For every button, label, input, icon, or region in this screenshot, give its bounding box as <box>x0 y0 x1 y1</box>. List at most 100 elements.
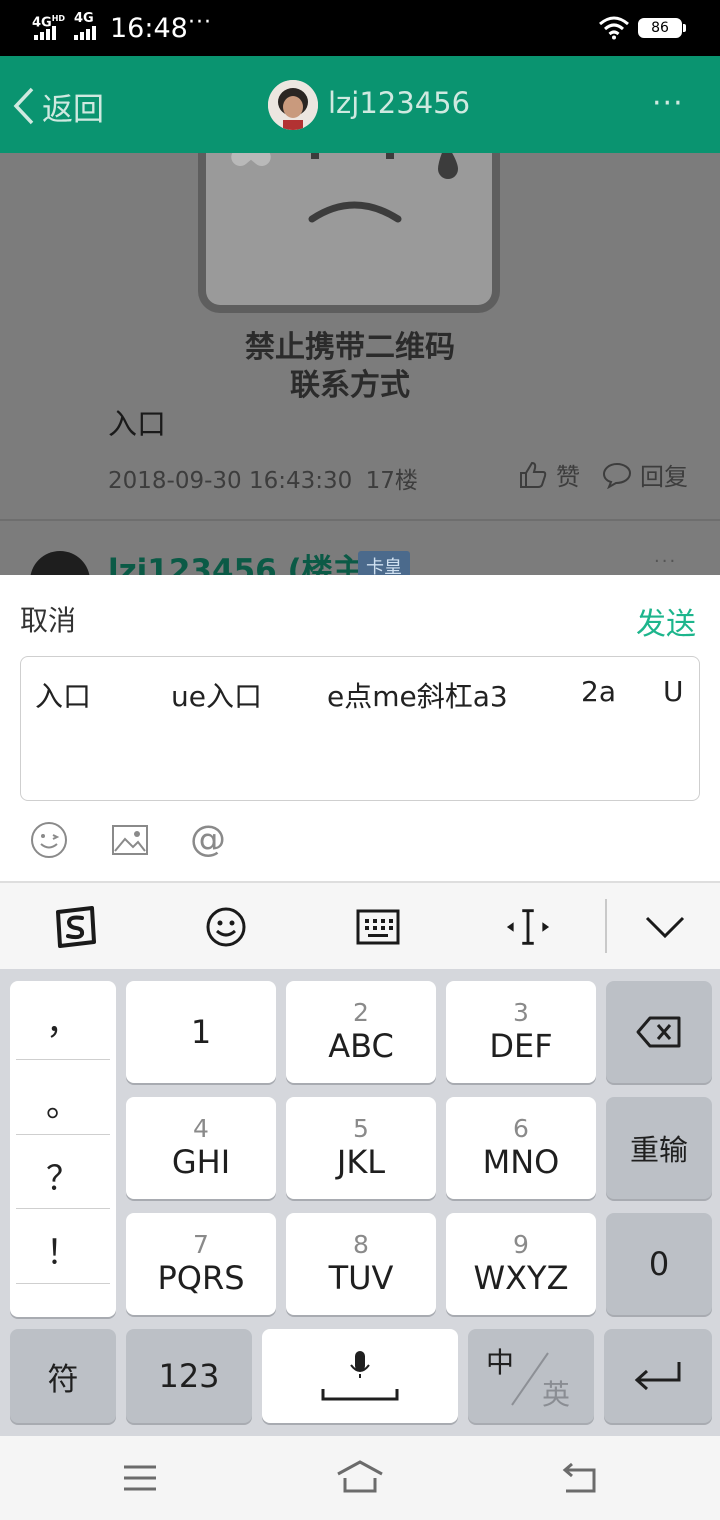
emoji-keyboard-icon[interactable] <box>203 904 249 950</box>
sticker-caption-line1: 禁止携带二维码 <box>245 330 455 365</box>
post-floor: 17楼 <box>365 468 418 494</box>
home-icon[interactable] <box>336 1460 384 1494</box>
sad-face-icon <box>231 153 458 223</box>
clock: 16:48 <box>110 13 188 44</box>
key-6-mno[interactable]: 6 MNO <box>446 1097 596 1199</box>
input-text-segment: ue入口 <box>171 680 262 713</box>
back-button[interactable]: 返回 <box>12 84 104 128</box>
sticker-caption-line2: 联系方式 <box>290 368 410 403</box>
key-letters: MNO <box>482 1143 560 1181</box>
key-number: 6 <box>513 1114 529 1143</box>
key-5-jkl[interactable]: 5 JKL <box>286 1097 436 1199</box>
key-3-def[interactable]: 3 DEF <box>446 981 596 1083</box>
signal-bars-icon <box>34 26 56 40</box>
comment-bubble-icon <box>602 462 632 489</box>
cursor-move-icon[interactable] <box>505 904 551 950</box>
menu-icon[interactable] <box>122 1464 158 1492</box>
post-content-dimmed: 禁止携带二维码 联系方式 入口 2018-09-30 16:43:30 17楼 … <box>0 153 720 575</box>
key-7-pqrs[interactable]: 7 PQRS <box>126 1213 276 1315</box>
key-8-tuv[interactable]: 8 TUV <box>286 1213 436 1315</box>
like-button[interactable]: 赞 <box>518 457 580 492</box>
network-type-label-2: 4G <box>74 11 94 26</box>
key-label: 重输 <box>629 1133 688 1167</box>
punct-key-comma[interactable]: ， <box>10 995 116 1044</box>
key-0[interactable]: 0 <box>606 1213 712 1315</box>
send-button[interactable]: 发送 <box>636 599 696 643</box>
ime-toolbar <box>0 883 720 969</box>
app-header: 返回 lzj123456 ··· <box>0 56 720 153</box>
space-voice-key[interactable] <box>262 1329 458 1423</box>
user-avatar[interactable] <box>268 80 318 130</box>
key-letters: WXYZ <box>473 1259 569 1297</box>
key-2-abc[interactable]: 2 ABC <box>286 981 436 1083</box>
symbols-key[interactable]: 符 <box>10 1329 116 1423</box>
input-text-segment: e点me斜杠a3 <box>327 680 508 713</box>
key-number: 7 <box>193 1230 209 1259</box>
key-number: 8 <box>353 1230 369 1259</box>
post-divider <box>0 519 720 521</box>
backspace-key[interactable] <box>606 981 712 1083</box>
sticker-caption: 禁止携带二维码 联系方式 <box>160 329 540 405</box>
emoji-icon[interactable] <box>30 821 68 859</box>
chevron-left-icon <box>13 87 34 125</box>
like-label: 赞 <box>556 463 580 491</box>
key-number: 9 <box>513 1230 529 1259</box>
sad-sticker-image <box>198 153 500 313</box>
language-switch-key[interactable]: 中 英 <box>468 1329 594 1423</box>
punctuation-column[interactable]: ， 。 ？ ！ <box>10 981 116 1317</box>
key-number: 2 <box>353 998 369 1027</box>
battery-indicator: 86 <box>638 18 682 38</box>
key-letters: DEF <box>489 1027 553 1065</box>
battery-tip <box>683 24 686 32</box>
image-icon[interactable] <box>112 825 148 855</box>
key-label: 0 <box>648 1245 670 1283</box>
mention-at-icon[interactable]: @ <box>190 819 226 860</box>
punct-divider <box>16 1134 110 1135</box>
lang-en-label: 英 <box>542 1378 571 1411</box>
key-9-wxyz[interactable]: 9 WXYZ <box>446 1213 596 1315</box>
key-label: 1 <box>190 1013 212 1051</box>
key-number: 5 <box>353 1114 369 1143</box>
punct-key-question[interactable]: ？ <box>10 1151 116 1200</box>
next-post-more-icon[interactable]: ··· <box>654 551 677 572</box>
header-username[interactable]: lzj123456 <box>328 86 470 120</box>
next-post-avatar[interactable] <box>30 551 90 575</box>
key-1[interactable]: 1 <box>126 981 276 1083</box>
key-4-ghi[interactable]: 4 GHI <box>126 1097 276 1199</box>
enter-icon <box>634 1362 681 1391</box>
notification-more-icon: ··· <box>188 10 212 35</box>
reply-text-input[interactable]: 入口 ue入口 e点me斜杠a3 2a U <box>20 656 700 801</box>
thumbs-up-icon <box>520 461 547 488</box>
key-number: 3 <box>513 998 529 1027</box>
post-meta: 2018-09-30 16:43:30 17楼 <box>108 461 418 495</box>
ime-keyboard: ， 。 ？ ！ 1 2 ABC 3 DEF 4 GHI 5 JKL 6 MNO <box>0 969 720 1436</box>
numbers-key[interactable]: 123 <box>126 1329 252 1423</box>
status-bar: 4GHD 4G 16:48 ··· 86 <box>0 0 720 56</box>
chevron-down-icon[interactable] <box>642 904 688 950</box>
punct-key-exclaim[interactable]: ！ <box>10 1225 116 1274</box>
post-timestamp: 2018-09-30 16:43:30 <box>108 468 353 494</box>
key-letters: ABC <box>328 1027 394 1065</box>
punct-divider <box>16 1283 110 1284</box>
reply-button[interactable]: 回复 <box>602 457 688 492</box>
enter-key[interactable] <box>604 1329 712 1423</box>
wifi-icon <box>599 16 629 40</box>
backspace-icon <box>636 1016 681 1048</box>
key-label: 符 <box>47 1361 79 1398</box>
punct-key-period[interactable]: 。 <box>10 1077 116 1126</box>
sogou-logo-icon[interactable] <box>52 904 98 950</box>
reinput-key[interactable]: 重输 <box>606 1097 712 1199</box>
key-letters: JKL <box>336 1143 386 1181</box>
back-label: 返回 <box>42 91 104 128</box>
back-nav-icon[interactable] <box>560 1462 598 1494</box>
next-post-username[interactable]: lzj123456 (楼主) <box>108 545 378 575</box>
keyboard-layout-icon[interactable] <box>355 904 401 950</box>
microphone-space-icon <box>321 1351 399 1401</box>
input-text-segment: 入口 <box>35 680 92 713</box>
more-options-button[interactable]: ··· <box>652 86 684 121</box>
cancel-button[interactable]: 取消 <box>20 599 76 639</box>
system-nav-bar <box>0 1436 720 1520</box>
key-number: 4 <box>193 1114 209 1143</box>
input-text-segment: U <box>663 675 684 708</box>
reply-panel: 取消 发送 入口 ue入口 e点me斜杠a3 2a U @ <box>0 575 720 883</box>
